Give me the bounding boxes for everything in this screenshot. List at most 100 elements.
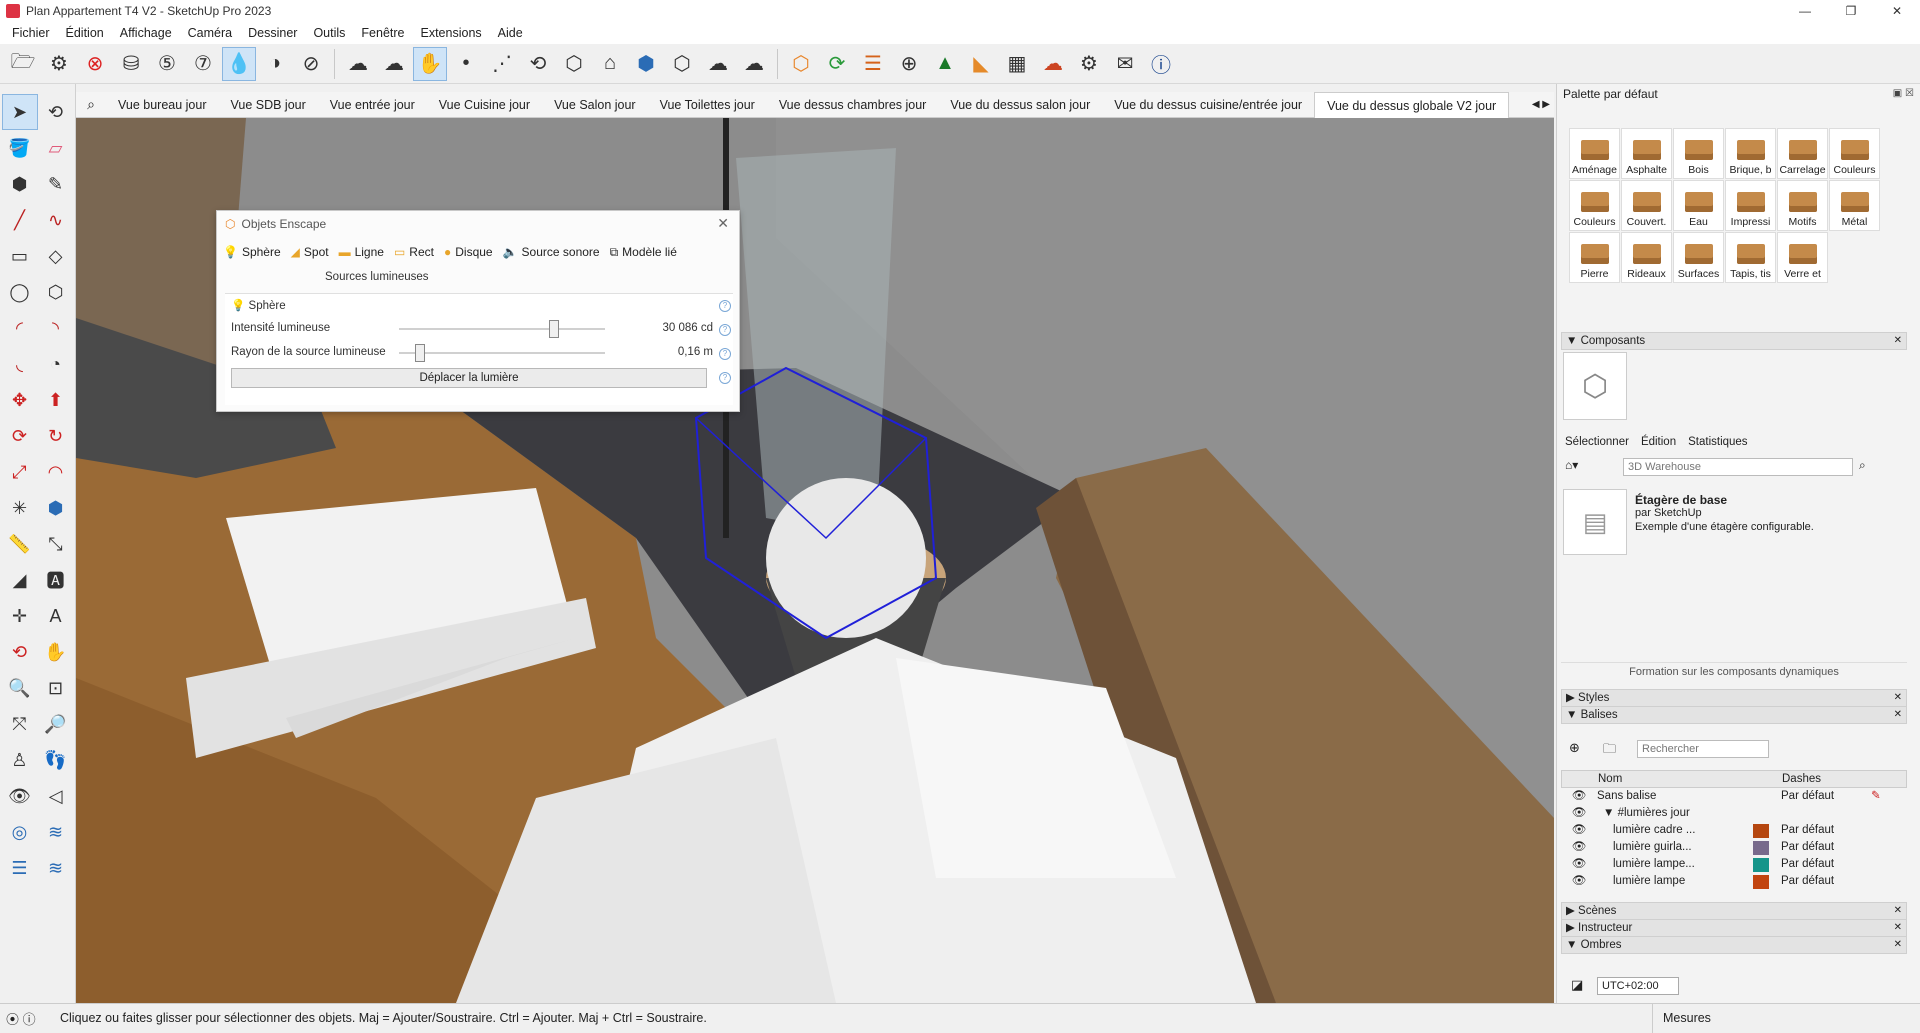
scene-tab[interactable]: Vue dessus chambres jour	[767, 92, 939, 118]
scene-tab[interactable]: Vue Salon jour	[542, 92, 648, 118]
maximize-button[interactable]: ❐	[1828, 0, 1874, 22]
flip-icon[interactable]: ✳	[2, 490, 38, 526]
house-outline-icon[interactable]: ⌂	[593, 47, 627, 81]
type-linked-model[interactable]: ⧉ Modèle lié	[610, 245, 677, 260]
home-icon[interactable]: ⌂▾	[1565, 458, 1578, 472]
axes-icon[interactable]: ✛	[2, 598, 38, 634]
orbit-icon[interactable]: ⟲	[2, 634, 38, 670]
walk-icon[interactable]: 👣	[38, 742, 74, 778]
point-icon[interactable]: •	[449, 47, 483, 81]
scene-tab[interactable]: Vue du dessus cuisine/entrée jour	[1102, 92, 1314, 118]
styles-section-header[interactable]: ▶ Styles ✕	[1561, 689, 1907, 707]
orbit-select-icon[interactable]: ⟲	[38, 94, 74, 130]
freehand-icon[interactable]: ∿	[38, 202, 74, 238]
menu-tools[interactable]: Outils	[305, 26, 353, 40]
visibility-eye-icon[interactable]: 👁	[1561, 822, 1597, 839]
rotated-rect-icon[interactable]: ◇	[38, 238, 74, 274]
solid-tools-icon[interactable]: ⬢	[38, 490, 74, 526]
material-folder[interactable]: Tapis, tis	[1725, 232, 1776, 283]
select-arrow-icon[interactable]: ➤	[1, 94, 38, 130]
arc-3pt-icon[interactable]: ◟	[2, 346, 38, 382]
material-folder[interactable]: Métal	[1829, 180, 1880, 231]
material-folder[interactable]: Eau	[1673, 180, 1724, 231]
tool-75-icon[interactable]: ⑦	[186, 47, 220, 81]
menu-draw[interactable]: Dessiner	[240, 26, 305, 40]
eraser-icon[interactable]: ▱	[38, 130, 74, 166]
cloud-down-icon[interactable]: ☁	[701, 47, 735, 81]
hatch-circle-icon[interactable]: ⊘	[294, 47, 328, 81]
tag-color-swatch[interactable]	[1753, 873, 1781, 890]
help-icon[interactable]: ?	[719, 300, 731, 312]
material-folder[interactable]: Bois	[1673, 128, 1724, 179]
dynamic-components-training-link[interactable]: Formation sur les composants dynamiques	[1561, 662, 1907, 680]
scene-tab[interactable]: Vue Cuisine jour	[427, 92, 542, 118]
info-icon[interactable]: ⓘ	[23, 1012, 36, 1027]
box-outline-icon[interactable]: ⬡	[557, 47, 591, 81]
zoom-icon[interactable]: 🔍	[2, 670, 38, 706]
visibility-eye-icon[interactable]: 👁	[1561, 788, 1597, 805]
close-button[interactable]: ✕	[1874, 0, 1920, 22]
enscape-feedback-icon[interactable]: ✉	[1108, 47, 1142, 81]
tag-row[interactable]: 👁 Sans balise Par défaut ✎	[1561, 788, 1907, 805]
sandbox-smoove-icon[interactable]: ≋	[38, 814, 74, 850]
tag-dashes[interactable]: Par défaut	[1781, 873, 1871, 890]
measurements-box[interactable]: Mesures	[1652, 1004, 1920, 1033]
intensity-slider-thumb[interactable]	[548, 320, 559, 338]
type-rect[interactable]: ▭ Rect	[394, 245, 434, 259]
tab-statistics[interactable]: Statistiques	[1688, 436, 1747, 448]
rectangle-icon[interactable]: ▭	[2, 238, 38, 274]
zoom-extents-icon[interactable]: ⤧	[2, 706, 38, 742]
tag-dashes[interactable]: Par défaut	[1781, 822, 1871, 839]
tag-dashes[interactable]: Par défaut	[1781, 788, 1871, 805]
menu-extensions[interactable]: Extensions	[413, 26, 490, 40]
menu-file[interactable]: Fichier	[4, 26, 58, 40]
tag-color-swatch[interactable]	[1753, 822, 1781, 839]
tag-color-swatch[interactable]	[1753, 839, 1781, 856]
shadows-section-header[interactable]: ▼ Ombres ✕	[1561, 936, 1907, 954]
tag-row[interactable]: 👁 lumière cadre ... Par défaut	[1561, 822, 1907, 839]
enscape-logo-icon[interactable]: ⬡	[784, 47, 818, 81]
pencil-line-icon[interactable]: ╱	[2, 202, 38, 238]
component-icon[interactable]: ⬢	[2, 166, 38, 202]
material-folder[interactable]: Motifs	[1777, 180, 1828, 231]
enscape-settings-icon[interactable]: ⚙	[1072, 47, 1106, 81]
follow-me-icon[interactable]: ↻	[38, 418, 74, 454]
type-sound-source[interactable]: 🔈 Source sonore	[503, 245, 600, 259]
help-icon[interactable]: ?	[719, 348, 731, 360]
enscape-objects-plus-icon[interactable]: ⊕	[892, 47, 926, 81]
components-section-header[interactable]: ▼ Composants ✕	[1561, 332, 1907, 350]
geolocation-icon[interactable]: ⦿	[6, 1012, 19, 1027]
material-folder[interactable]: Pierre	[1569, 232, 1620, 283]
tag-dashes[interactable]: Par défaut	[1781, 856, 1871, 873]
enscape-info-icon[interactable]: ⓘ	[1144, 47, 1178, 81]
help-icon[interactable]: ?	[719, 324, 731, 336]
look-around-icon[interactable]: 👁	[2, 778, 38, 814]
scenes-section-header[interactable]: ▶ Scènes ✕	[1561, 902, 1907, 920]
close-icon[interactable]: ✕	[1894, 920, 1902, 936]
cancel-red-icon[interactable]: ⊗	[78, 47, 112, 81]
tag-dashes[interactable]: Par défaut	[1781, 839, 1871, 856]
visibility-eye-icon[interactable]: 👁	[1561, 805, 1597, 822]
material-folder[interactable]: Couvert.	[1621, 180, 1672, 231]
tag-row[interactable]: 👁 lumière lampe... Par défaut	[1561, 856, 1907, 873]
visibility-eye-icon[interactable]: 👁	[1561, 856, 1597, 873]
material-folder[interactable]: Asphalte	[1621, 128, 1672, 179]
enscape-checker-icon[interactable]: ▦	[1000, 47, 1034, 81]
cloud-upload-icon[interactable]: ☁	[377, 47, 411, 81]
type-spot[interactable]: ◢ Spot	[291, 245, 329, 259]
scene-tabs-nav-arrows-icon[interactable]: ◀ ▶	[1532, 92, 1550, 118]
zoom-window-icon[interactable]: ⊡	[38, 670, 74, 706]
scale-icon[interactable]: ⤢	[2, 454, 38, 490]
cube-wire-icon[interactable]: ⬡	[665, 47, 699, 81]
tag-row[interactable]: 👁 lumière guirla... Par défaut	[1561, 839, 1907, 856]
enscape-material-icon[interactable]: ◣	[964, 47, 998, 81]
col-dashes[interactable]: Dashes	[1782, 771, 1872, 787]
type-disk[interactable]: ● Disque	[444, 245, 493, 259]
settings-gear-icon[interactable]: ⚙	[42, 47, 76, 81]
text-tool-icon[interactable]: 🅰	[38, 562, 74, 598]
protractor-icon[interactable]: ◢	[2, 562, 38, 598]
open-folder-icon[interactable]: 🗁	[6, 47, 40, 81]
tag-color-swatch[interactable]	[1753, 856, 1781, 873]
warehouse-search-input[interactable]: 3D Warehouse	[1623, 458, 1853, 476]
layers-icon[interactable]: ☰	[2, 850, 38, 886]
